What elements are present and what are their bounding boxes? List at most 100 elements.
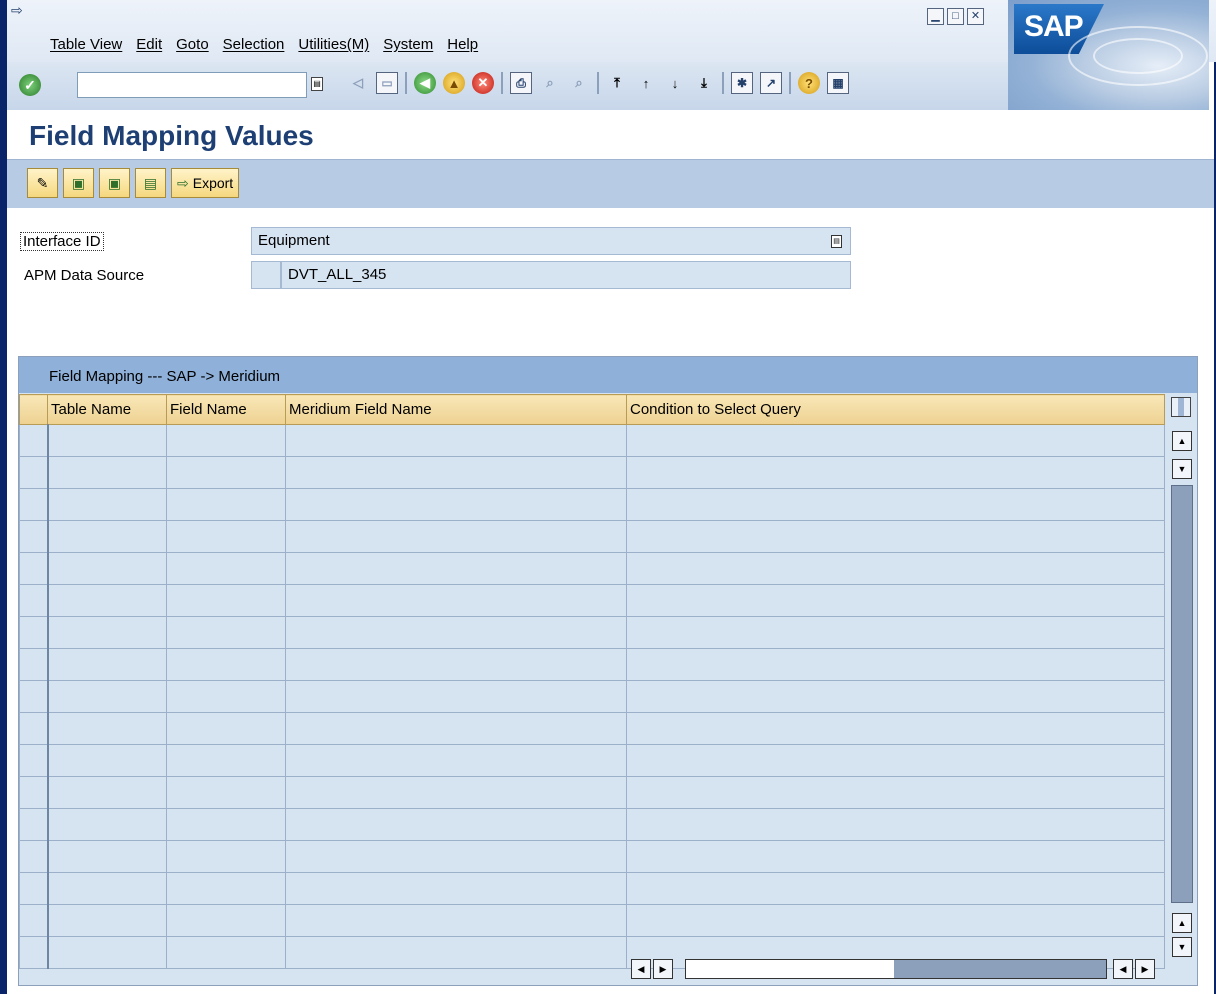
table-cell[interactable]: [166, 584, 286, 617]
horizontal-scroll-thumb[interactable]: [894, 960, 1106, 978]
next-page-icon[interactable]: ↓: [664, 72, 686, 94]
table-cell[interactable]: [47, 584, 167, 617]
table-cell[interactable]: [47, 424, 167, 457]
exit-icon[interactable]: ▲: [443, 72, 465, 94]
table-cell[interactable]: [626, 808, 1165, 841]
table-cell[interactable]: [47, 520, 167, 553]
menu-help[interactable]: Help: [447, 36, 478, 53]
table-cell[interactable]: [285, 712, 627, 745]
save-icon[interactable]: ▭: [376, 72, 398, 94]
scroll-right-icon[interactable]: ▶: [653, 959, 673, 979]
table-cell[interactable]: [166, 648, 286, 681]
row-selector[interactable]: [19, 872, 49, 905]
column-header-field-name[interactable]: Field Name: [166, 394, 286, 425]
deselect-all-button[interactable]: ▤: [135, 168, 166, 198]
row-selector[interactable]: [19, 744, 49, 777]
row-selector[interactable]: [19, 648, 49, 681]
back-icon[interactable]: ◀: [414, 72, 436, 94]
scroll-page-up-icon[interactable]: ▲: [1172, 913, 1192, 933]
select-all-rows-header[interactable]: [19, 394, 48, 425]
table-cell[interactable]: [47, 456, 167, 489]
row-selector[interactable]: [19, 680, 49, 713]
table-cell[interactable]: [166, 936, 286, 969]
scroll-left-icon[interactable]: ◀: [631, 959, 651, 979]
table-cell[interactable]: [626, 872, 1165, 905]
table-cell[interactable]: [285, 424, 627, 457]
table-cell[interactable]: [47, 808, 167, 841]
table-cell[interactable]: [47, 680, 167, 713]
scroll-page-down-icon[interactable]: ▼: [1172, 937, 1192, 957]
table-cell[interactable]: [166, 904, 286, 937]
table-cell[interactable]: [166, 488, 286, 521]
row-selector[interactable]: [19, 616, 49, 649]
table-cell[interactable]: [166, 456, 286, 489]
table-cell[interactable]: [626, 904, 1165, 937]
menu-utilities[interactable]: Utilities(M): [298, 36, 369, 53]
table-cell[interactable]: [47, 488, 167, 521]
column-header-meridium-field-name[interactable]: Meridium Field Name: [285, 394, 627, 425]
apm-data-source-prefix-field[interactable]: [251, 261, 281, 289]
table-cell[interactable]: [47, 936, 167, 969]
row-selector[interactable]: [19, 840, 49, 873]
print-icon[interactable]: ⎙: [510, 72, 532, 94]
scroll-left-icon[interactable]: ◀: [1113, 959, 1133, 979]
history-back-icon[interactable]: ◁: [347, 72, 369, 94]
table-cell[interactable]: [285, 488, 627, 521]
help-icon[interactable]: ?: [798, 72, 820, 94]
table-cell[interactable]: [166, 680, 286, 713]
select-block-button[interactable]: ▣: [99, 168, 130, 198]
last-page-icon[interactable]: ⤓: [693, 72, 715, 94]
menu-selection[interactable]: Selection: [223, 36, 285, 53]
table-cell[interactable]: [285, 744, 627, 777]
table-cell[interactable]: [285, 936, 627, 969]
row-selector[interactable]: [19, 936, 49, 969]
row-selector[interactable]: [19, 712, 49, 745]
table-cell[interactable]: [626, 648, 1165, 681]
table-cell[interactable]: [626, 840, 1165, 873]
shortcut-icon[interactable]: ↗: [760, 72, 782, 94]
table-cell[interactable]: [285, 552, 627, 585]
table-cell[interactable]: [47, 872, 167, 905]
close-icon[interactable]: ✕: [967, 8, 984, 25]
table-cell[interactable]: [626, 776, 1165, 809]
table-cell[interactable]: [626, 488, 1165, 521]
table-cell[interactable]: [626, 712, 1165, 745]
first-page-icon[interactable]: ⤒: [606, 72, 628, 94]
row-selector[interactable]: [19, 584, 49, 617]
row-selector[interactable]: [19, 808, 49, 841]
table-cell[interactable]: [166, 808, 286, 841]
table-cell[interactable]: [285, 584, 627, 617]
table-cell[interactable]: [166, 520, 286, 553]
cancel-icon[interactable]: ✕: [472, 72, 494, 94]
table-cell[interactable]: [285, 904, 627, 937]
table-cell[interactable]: [626, 520, 1165, 553]
scroll-thumb[interactable]: [1171, 485, 1193, 903]
table-cell[interactable]: [47, 616, 167, 649]
row-selector[interactable]: [19, 904, 49, 937]
column-header-condition[interactable]: Condition to Select Query: [626, 394, 1165, 425]
menu-table-view[interactable]: Table View: [50, 36, 122, 53]
table-cell[interactable]: [285, 872, 627, 905]
dropdown-icon[interactable]: ▤: [831, 235, 842, 248]
export-button[interactable]: ⇨ Export: [171, 168, 240, 198]
table-cell[interactable]: [626, 680, 1165, 713]
table-cell[interactable]: [47, 552, 167, 585]
minimize-icon[interactable]: ▁: [927, 8, 944, 25]
table-cell[interactable]: [285, 616, 627, 649]
previous-page-icon[interactable]: ↑: [635, 72, 657, 94]
table-cell[interactable]: [285, 680, 627, 713]
select-all-button[interactable]: ▣: [63, 168, 94, 198]
vertical-scrollbar[interactable]: ▲ ▼ ▲ ▼: [1171, 429, 1193, 957]
table-cell[interactable]: [166, 424, 286, 457]
row-selector[interactable]: [19, 424, 49, 457]
table-cell[interactable]: [166, 872, 286, 905]
table-cell[interactable]: [285, 840, 627, 873]
row-selector[interactable]: [19, 488, 49, 521]
table-cell[interactable]: [166, 616, 286, 649]
row-selector[interactable]: [19, 456, 49, 489]
table-cell[interactable]: [285, 456, 627, 489]
find-next-icon[interactable]: ⌕: [568, 72, 590, 94]
table-cell[interactable]: [47, 776, 167, 809]
table-cell[interactable]: [47, 712, 167, 745]
command-field[interactable]: [77, 72, 307, 98]
